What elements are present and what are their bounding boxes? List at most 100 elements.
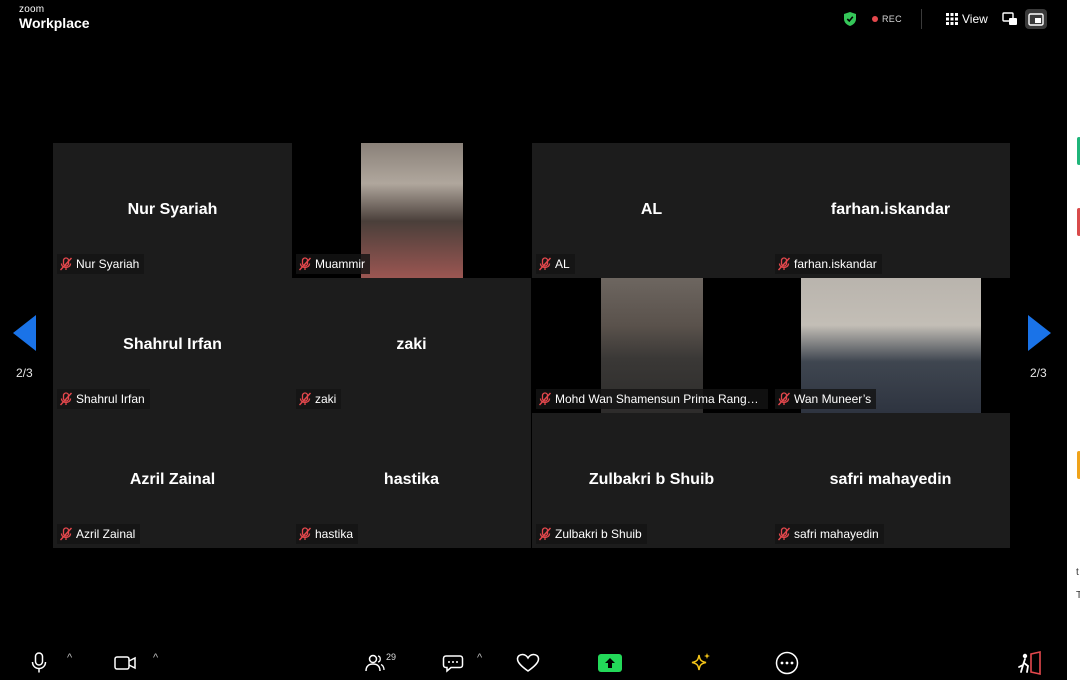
participant-name-label: AL xyxy=(536,254,575,274)
sparkle-icon xyxy=(691,653,710,671)
muted-microphone-icon xyxy=(59,392,73,406)
participant-tile[interactable]: farhan.iskandar farhan.iskandar xyxy=(771,143,1010,278)
brand-bottom-text: Workplace xyxy=(19,15,90,31)
participant-label-text: zaki xyxy=(315,392,337,406)
view-label: View xyxy=(962,12,988,26)
participant-tile[interactable]: Azril Zainal Azril Zainal xyxy=(53,413,292,548)
participant-label-text: farhan.iskandar xyxy=(794,257,877,271)
audio-options-chevron-icon[interactable]: ^ xyxy=(67,652,72,664)
muted-microphone-icon xyxy=(777,392,791,406)
participants-count: 29 xyxy=(386,652,397,662)
participant-name-label: Shahrul Irfan xyxy=(57,389,150,409)
participant-display-name: safri mahayedin xyxy=(829,471,952,488)
participant-label-text: Mohd Wan Shamensun Prima Ranggu T... xyxy=(555,392,763,406)
participant-tile[interactable]: Shahrul Irfan Shahrul Irfan xyxy=(53,278,292,413)
view-button[interactable]: View xyxy=(946,8,988,30)
participant-name-label: safri mahayedin xyxy=(775,524,884,544)
leave-button[interactable] xyxy=(1016,646,1042,680)
muted-microphone-icon xyxy=(59,257,73,271)
share-screen-button[interactable] xyxy=(598,646,622,680)
participant-name-label: Wan Muneer’s xyxy=(775,389,877,409)
rec-label: REC xyxy=(882,14,902,24)
participant-label-text: Nur Syariah xyxy=(76,257,140,271)
participant-tile[interactable]: Mohd Wan Shamensun Prima Ranggu T... xyxy=(532,278,771,413)
participant-name-label: Nur Syariah xyxy=(57,254,145,274)
participant-display-name: hastika xyxy=(383,471,440,488)
participant-display-name: Zulbakri b Shuib xyxy=(588,471,715,488)
muted-microphone-icon xyxy=(777,257,791,271)
participant-tile[interactable]: AL AL xyxy=(532,143,771,278)
participant-tile[interactable]: Zulbakri b Shuib Zulbakri b Shuib xyxy=(532,413,771,548)
participant-label-text: safri mahayedin xyxy=(794,527,879,541)
participant-display-name: Nur Syariah xyxy=(127,201,218,218)
pip-icon xyxy=(1002,12,1017,25)
video-options-chevron-icon[interactable]: ^ xyxy=(153,652,158,664)
participant-tile[interactable]: Muammir xyxy=(292,143,531,278)
fullscreen-icon xyxy=(1028,12,1044,26)
chat-options-chevron-icon[interactable]: ^ xyxy=(477,652,482,664)
more-icon xyxy=(775,651,799,675)
minimize-window-button[interactable] xyxy=(1001,9,1019,29)
participant-tile[interactable]: safri mahayedin safri mahayedin xyxy=(771,413,1010,548)
next-page-arrow-icon[interactable] xyxy=(1027,313,1053,353)
participant-tile[interactable]: Nur Syariah Nur Syariah xyxy=(53,143,292,278)
participant-tile[interactable]: Wan Muneer’s xyxy=(771,278,1010,413)
participant-name-label: Azril Zainal xyxy=(57,524,141,544)
side-panel-edge: t T xyxy=(1067,0,1080,680)
participant-name-label: zaki xyxy=(296,389,342,409)
participant-tile[interactable]: zaki zaki xyxy=(292,278,531,413)
header-divider xyxy=(921,9,922,29)
side-text-1: t xyxy=(1076,567,1079,578)
participant-name-label: farhan.iskandar xyxy=(775,254,882,274)
participant-display-name: farhan.iskandar xyxy=(830,201,951,218)
participants-icon xyxy=(365,654,385,672)
meeting-toolbar: ^ ^ 29 ^ xyxy=(0,646,1067,680)
fullscreen-button[interactable] xyxy=(1025,9,1047,29)
participant-display-name: Shahrul Irfan xyxy=(123,336,222,353)
muted-microphone-icon xyxy=(777,527,791,541)
participant-video-feed xyxy=(361,143,463,278)
brand-top-text: zoom xyxy=(19,4,45,15)
grid-icon xyxy=(946,13,958,25)
mute-button[interactable] xyxy=(28,646,50,680)
previous-page-arrow-icon[interactable] xyxy=(11,313,37,353)
participant-label-text: Shahrul Irfan xyxy=(76,392,145,406)
more-button[interactable] xyxy=(775,646,799,680)
muted-microphone-icon xyxy=(298,257,312,271)
leave-door-icon xyxy=(1018,651,1041,675)
reactions-button[interactable] xyxy=(516,646,540,680)
participants-button[interactable] xyxy=(364,646,386,680)
rec-dot-icon xyxy=(872,16,878,22)
video-camera-icon xyxy=(114,656,136,670)
ai-companion-button[interactable] xyxy=(689,646,713,680)
encryption-shield-icon[interactable] xyxy=(843,8,857,30)
page-indicator-left: 2/3 xyxy=(16,366,33,380)
muted-microphone-icon xyxy=(298,527,312,541)
participant-label-text: Muammir xyxy=(315,257,365,271)
participant-label-text: Wan Muneer’s xyxy=(794,392,872,406)
participant-label-text: hastika xyxy=(315,527,354,541)
muted-microphone-icon xyxy=(538,257,552,271)
participant-label-text: Azril Zainal xyxy=(76,527,136,541)
muted-microphone-icon xyxy=(59,527,73,541)
microphone-icon xyxy=(31,652,47,673)
participant-name-label: Zulbakri b Shuib xyxy=(536,524,647,544)
chat-button[interactable] xyxy=(441,646,465,680)
participant-display-name: AL xyxy=(640,201,663,218)
zoom-workplace-logo: zoom Workplace xyxy=(19,4,90,31)
muted-microphone-icon xyxy=(538,527,552,541)
recording-indicator[interactable]: REC xyxy=(872,8,902,30)
participant-display-name: zaki xyxy=(396,336,427,353)
share-screen-icon xyxy=(598,654,622,672)
chat-icon xyxy=(442,655,464,673)
participant-name-label: Mohd Wan Shamensun Prima Ranggu T... xyxy=(536,389,768,409)
participant-label-text: AL xyxy=(555,257,570,271)
participant-name-label: Muammir xyxy=(296,254,370,274)
page-indicator-right: 2/3 xyxy=(1030,366,1047,380)
participant-tile[interactable]: hastika hastika xyxy=(292,413,531,548)
muted-microphone-icon xyxy=(298,392,312,406)
heart-icon xyxy=(516,653,540,672)
video-button[interactable] xyxy=(113,646,137,680)
participant-label-text: Zulbakri b Shuib xyxy=(555,527,642,541)
muted-microphone-icon xyxy=(538,392,552,406)
